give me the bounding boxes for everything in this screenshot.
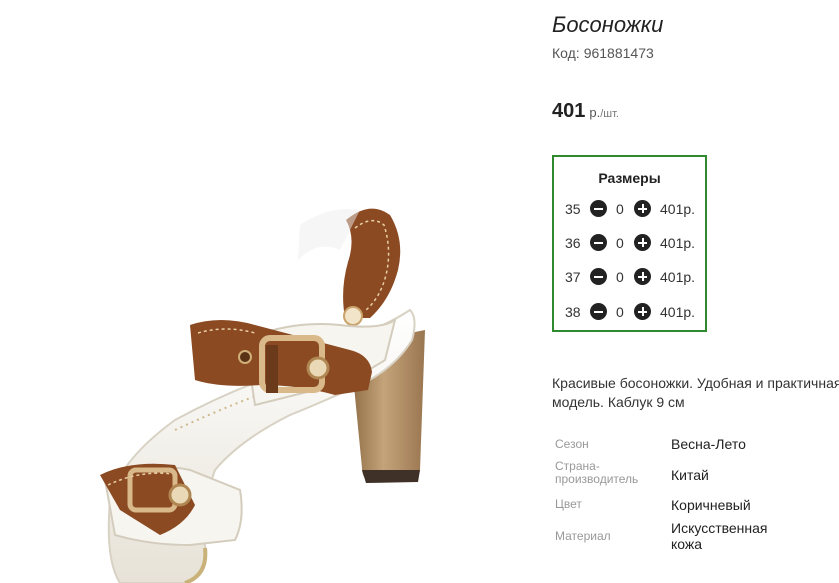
property-value: Искусственная кожа xyxy=(671,520,768,552)
sizes-title: Размеры xyxy=(598,170,661,186)
property-value: Китай xyxy=(671,467,709,483)
price-value: 401 xyxy=(552,100,586,122)
plus-circle-icon[interactable] xyxy=(634,234,651,251)
size-quantity: 0 xyxy=(616,304,624,320)
minus-circle-icon[interactable] xyxy=(590,200,607,217)
minus-circle-icon[interactable] xyxy=(590,268,607,285)
code-value: 961881473 xyxy=(583,45,654,61)
size-price: 401р. xyxy=(660,235,696,251)
minus-circle-icon[interactable] xyxy=(590,303,607,320)
code-label: Код: xyxy=(552,45,580,61)
size-price: 401р. xyxy=(660,201,696,217)
size-price: 401р. xyxy=(660,269,696,285)
product-image[interactable] xyxy=(0,0,530,583)
property-value: Коричневый xyxy=(671,497,751,513)
price-unit-rub: р. xyxy=(589,105,601,120)
size-price: 401р. xyxy=(660,304,696,320)
size-label: 35 xyxy=(565,201,581,217)
plus-circle-icon[interactable] xyxy=(634,303,651,320)
minus-circle-icon[interactable] xyxy=(590,234,607,251)
property-key: Страна-производитель xyxy=(555,459,639,486)
size-label: 36 xyxy=(565,235,581,251)
size-row-35: 35 0 401р. xyxy=(554,199,705,219)
sandal-illustration xyxy=(100,208,425,583)
product-title: Босоножки xyxy=(552,12,664,37)
size-row-38: 38 0 401р. xyxy=(554,302,705,322)
product-description: Красивые босоножки. Удобная и практичная… xyxy=(552,375,839,410)
property-value: Весна-Лето xyxy=(671,436,746,452)
sizes-panel: Размеры 35 0 401р. 36 0 401р. 37 0 401р.… xyxy=(552,155,707,332)
product-code: Код: 961881473 xyxy=(552,45,654,61)
property-key: Материал xyxy=(555,529,611,543)
property-key: Цвет xyxy=(555,497,582,511)
size-label: 37 xyxy=(565,269,581,285)
property-key: Сезон xyxy=(555,437,589,451)
plus-circle-icon[interactable] xyxy=(634,268,651,285)
size-label: 38 xyxy=(565,304,581,320)
size-row-36: 36 0 401р. xyxy=(554,233,705,253)
size-row-37: 37 0 401р. xyxy=(554,267,705,287)
size-quantity: 0 xyxy=(616,201,624,217)
plus-circle-icon[interactable] xyxy=(634,200,651,217)
size-quantity: 0 xyxy=(616,235,624,251)
product-price: 401 р./шт. xyxy=(552,100,619,123)
size-quantity: 0 xyxy=(616,269,624,285)
price-unit-pc: /шт. xyxy=(600,108,619,120)
